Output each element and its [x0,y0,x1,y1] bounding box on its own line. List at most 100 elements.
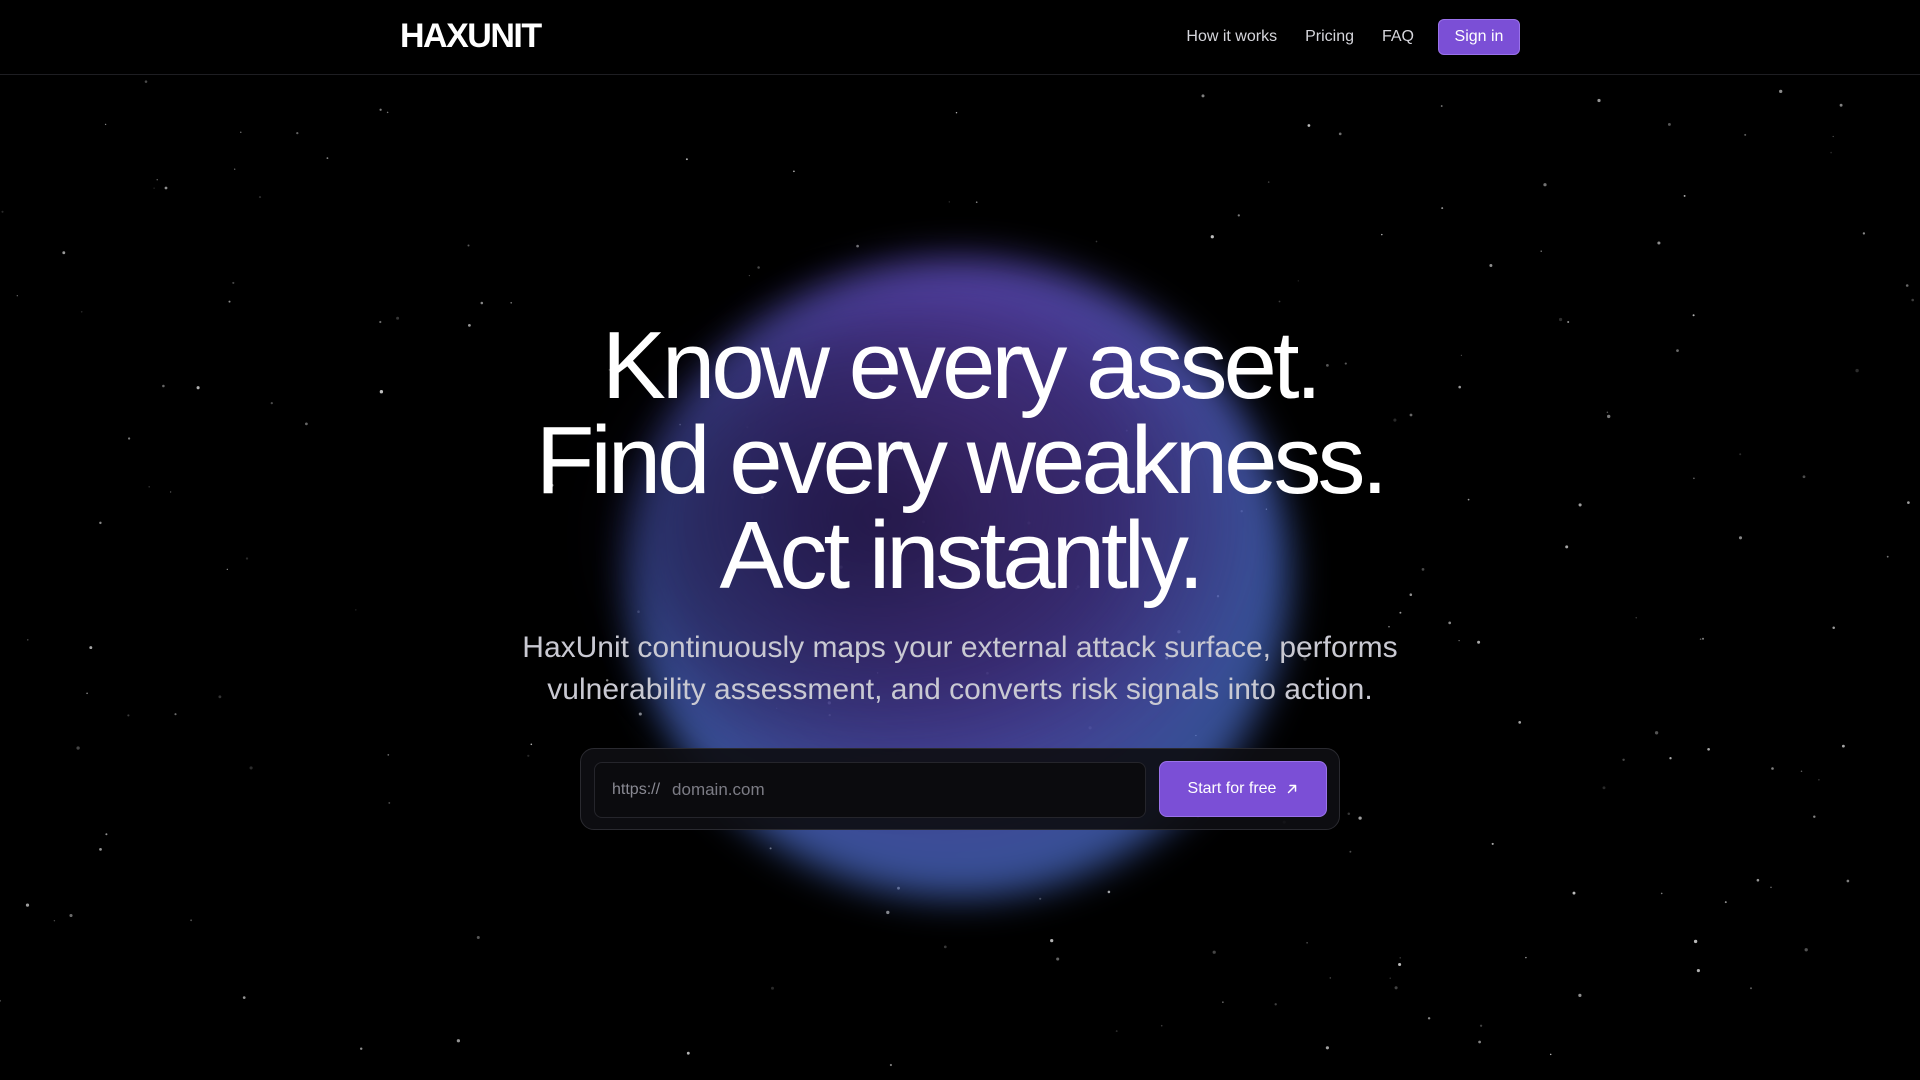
star-dot [748,274,751,277]
hero-subtitle: HaxUnit continuously maps your external … [480,627,1440,711]
star-dot [1329,977,1332,979]
star-dot [174,713,177,716]
star-dot [1441,207,1444,210]
subtitle-line-2: vulnerability assessment, and converts r… [547,673,1373,706]
star-dot [1525,956,1527,959]
star-dot [1489,264,1493,267]
star-dot [1830,151,1832,154]
star-dot [1338,132,1342,136]
star-dot [232,281,235,284]
star-dot [1693,939,1698,944]
star-dot [1813,815,1816,818]
star-dot [1518,721,1522,724]
star-dot [1050,938,1054,943]
star-dot [1201,94,1205,98]
star-dot [228,300,231,303]
star-dot [76,746,80,750]
star-dot [1696,969,1700,973]
star-dot [1095,240,1098,243]
star-dot [1274,1003,1277,1006]
star-dot [467,244,470,247]
star-dot [190,919,193,922]
headline-line-2: Find every weakness. [535,407,1388,514]
star-dot [53,919,56,922]
star-dot [388,801,391,804]
nav-link-faq[interactable]: FAQ [1382,19,1414,55]
star-dot [69,913,73,918]
star-dot [1692,314,1695,317]
star-dot [156,179,158,181]
star-dot [1389,977,1391,979]
star-dot [80,310,83,313]
star-dot [1297,280,1299,282]
star-dot [476,936,480,939]
star-dot [771,986,774,990]
hero-section: Know every asset. Find every weakness. A… [0,318,1920,711]
domain-field[interactable]: https:// [594,762,1146,818]
star-dot [886,910,890,915]
brand-logo[interactable]: HAXUNIT [400,16,542,56]
star-dot [1349,850,1352,853]
nav-link-how-it-works[interactable]: How it works [1186,19,1277,55]
star-dot [793,170,795,173]
star-dot [1,210,4,213]
nav-link-pricing[interactable]: Pricing [1305,19,1354,55]
star-dot [1841,744,1845,748]
star-dot [1683,194,1686,197]
star-dot [1347,812,1351,815]
star-dot [638,712,642,716]
arrow-up-right-icon [1288,784,1297,794]
star-dot [1427,1017,1431,1020]
star-dot [1210,235,1214,239]
star-dot [1398,962,1402,967]
star-dot [144,80,148,83]
star-dot [127,714,130,717]
subtitle-line-1: HaxUnit continuously maps your external … [522,631,1398,664]
star-dot [1667,122,1671,126]
star-dot [1800,770,1803,773]
star-dot [1222,1001,1224,1003]
domain-input[interactable] [670,769,1145,811]
star-dot [1478,1040,1481,1044]
star-dot [1394,986,1398,990]
star-dot [1597,98,1601,103]
star-dot [242,996,246,999]
star-dot [1549,1053,1552,1056]
star-dot [296,131,299,135]
star-dot [1724,901,1727,904]
star-dot [1039,897,1042,900]
star-dot [1267,181,1270,183]
star-dot [1543,183,1547,187]
star-dot [1669,757,1672,760]
star-dot [1107,890,1111,894]
star-dot [1654,731,1659,735]
star-dot [1440,105,1443,107]
star-dot [359,1047,363,1050]
star-dot [530,743,533,746]
main-nav: How it works Pricing FAQ Sign in [1186,19,1520,55]
sign-in-button[interactable]: Sign in [1438,19,1520,55]
start-for-free-button[interactable]: Start for free [1159,761,1327,817]
star-dot [0,999,2,1002]
star-dot [1862,232,1866,235]
star-dot [234,168,236,170]
star-dot [1399,957,1401,959]
star-dot [1749,987,1753,990]
star-dot [685,158,688,161]
star-dot [1818,779,1820,781]
star-dot [1660,892,1663,895]
star-dot [943,945,947,949]
top-navbar: HAXUNIT How it works Pricing FAQ Sign in [0,0,1920,75]
star-dot [249,766,253,770]
star-dot [1657,241,1661,245]
star-dot [1306,942,1308,944]
star-dot [105,833,108,836]
star-dot [757,266,760,269]
star-dot [686,1051,690,1055]
star-dot [456,1039,461,1043]
star-dot [1905,284,1909,287]
star-dot [1278,300,1281,303]
star-dot [387,754,390,756]
star-dot [1779,89,1783,94]
star-dot [164,186,168,190]
